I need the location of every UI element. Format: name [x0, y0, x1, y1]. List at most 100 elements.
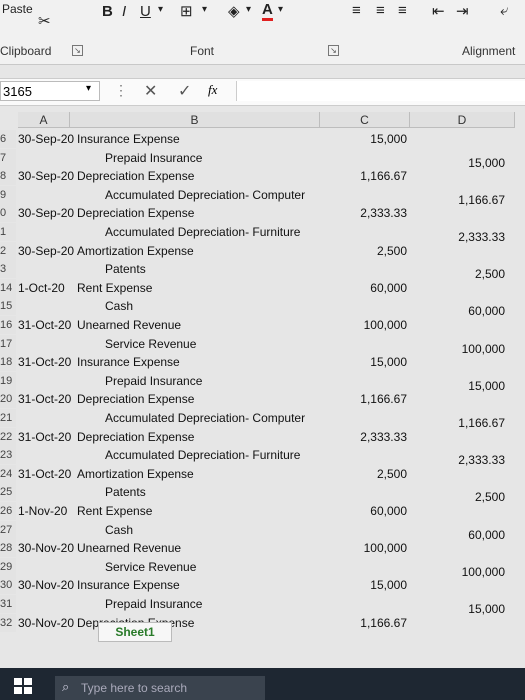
table-row[interactable]: 6 30-Sep-20 Insurance Expense 15,000	[0, 130, 525, 148]
underline-dropdown-icon[interactable]: ▾	[158, 4, 163, 15]
underline-button[interactable]: U	[140, 3, 151, 20]
confirm-icon[interactable]: ✓	[178, 81, 191, 101]
font-launcher-icon[interactable]: ↘	[328, 45, 339, 56]
cell-date: 30-Sep-20	[18, 169, 75, 184]
cell-date: 31-Oct-20	[18, 429, 72, 444]
clipboard-launcher-icon[interactable]: ↘	[72, 45, 83, 56]
table-row[interactable]: 3 Patents 2,500	[0, 260, 525, 281]
wrap-text-icon[interactable]: ⤶	[500, 2, 508, 19]
row-number: 24	[0, 464, 16, 483]
table-row[interactable]: 22 31-Oct-20 Depreciation Expense 2,333.33	[0, 427, 525, 446]
table-row[interactable]: 18 31-Oct-20 Insurance Expense 15,000	[0, 353, 525, 372]
row-number: 3	[0, 260, 16, 279]
bold-button[interactable]: B	[102, 3, 113, 20]
table-row[interactable]: 16 31-Oct-20 Unearned Revenue 100,000	[0, 316, 525, 334]
table-row[interactable]: 7 Prepaid Insurance 15,000	[0, 148, 525, 170]
cell-account: Accumulated Depreciation- Computer	[105, 411, 306, 425]
cell-date: 30-Sep-20	[18, 243, 75, 258]
row-number: 32	[0, 613, 16, 632]
cell-account: Accumulated Depreciation- Computer	[105, 187, 306, 202]
table-row[interactable]: 14 1-Oct-20 Rent Expense 60,000	[0, 278, 525, 297]
clipboard-group-label: Clipboard	[0, 44, 52, 58]
table-row[interactable]: 23 Accumulated Depreciation- Furniture 2,3…	[0, 446, 525, 467]
cell-debit: 15,000	[370, 132, 407, 146]
italic-button[interactable]: I	[122, 3, 126, 20]
align-bottom-icon[interactable]: ≡	[398, 2, 407, 19]
fill-color-icon[interactable]: ◈	[228, 2, 240, 20]
paste-button[interactable]: Paste	[2, 2, 33, 16]
table-row[interactable]: 26 1-Nov-20 Rent Expense 60,000	[0, 502, 525, 520]
cell-date: 30-Nov-20	[18, 615, 75, 630]
row-number: 20	[0, 390, 16, 409]
sheet-tab[interactable]: Sheet1	[98, 622, 172, 642]
cell-account: Unearned Revenue	[77, 318, 182, 332]
cell-account: Insurance Expense	[77, 355, 180, 370]
table-row[interactable]: 21 Accumulated Depreciation- Computer 1,16…	[0, 409, 525, 430]
name-box[interactable]: 3165	[0, 81, 100, 101]
indent-decrease-icon[interactable]: ⇤	[432, 2, 445, 20]
table-row[interactable]: 20 31-Oct-20 Depreciation Expense 1,166.67	[0, 390, 525, 409]
cell-account: Patents	[105, 262, 146, 277]
cell-debit: 60,000	[370, 504, 407, 518]
table-row[interactable]: 0 30-Sep-20 Depreciation Expense 2,333.33	[0, 204, 525, 223]
table-row[interactable]: 1 Accumulated Depreciation- Furniture 2,33…	[0, 223, 525, 244]
table-row[interactable]: 2 30-Sep-20 Amortization Expense 2,500	[0, 241, 525, 260]
formula-bar: 3165 ▾ ⋮ ✕ ✓ fx	[0, 78, 525, 106]
cell-debit: 100,000	[363, 541, 407, 556]
column-header-b[interactable]: B	[70, 112, 320, 128]
cell-account: Unearned Revenue	[77, 541, 182, 556]
row-number: 1	[0, 223, 16, 241]
table-row[interactable]: 29 Service Revenue 100,000	[0, 557, 525, 579]
indent-increase-icon[interactable]: ⇥	[456, 2, 469, 20]
row-number: 8	[0, 167, 16, 186]
row-number: 19	[0, 371, 16, 390]
row-number: 6	[0, 130, 16, 148]
cell-account: Prepaid Insurance	[105, 597, 203, 611]
windows-start-icon[interactable]	[14, 678, 32, 694]
borders-icon[interactable]: ⊞	[180, 2, 193, 20]
table-row[interactable]: 8 30-Sep-20 Depreciation Expense 1,166.67	[0, 167, 525, 186]
cell-account: Cash	[105, 522, 134, 537]
cell-account: Depreciation Expense	[77, 206, 195, 221]
cell-date: 30-Sep-20	[18, 132, 75, 146]
table-row[interactable]: 19 Prepaid Insurance 15,000	[0, 371, 525, 393]
row-number: 26	[0, 502, 16, 520]
fill-dropdown-icon[interactable]: ▾	[246, 4, 251, 15]
cell-date: 31-Oct-20	[18, 392, 72, 407]
format-painter-icon[interactable]: ✂	[38, 12, 51, 30]
cell-date: 30-Nov-20	[18, 541, 75, 556]
row-number: 9	[0, 185, 16, 204]
cell-account: Depreciation Expense	[77, 169, 195, 184]
table-row[interactable]: 27 Cash 60,000	[0, 520, 525, 542]
table-row[interactable]: 24 31-Oct-20 Amortization Expense 2,500	[0, 464, 525, 483]
column-header-c[interactable]: C	[320, 112, 410, 128]
font-color-dropdown-icon[interactable]: ▾	[278, 4, 283, 15]
insert-function-icon[interactable]: fx	[208, 82, 217, 98]
row-number: 15	[0, 297, 16, 316]
borders-dropdown-icon[interactable]: ▾	[202, 4, 207, 15]
table-row[interactable]: 30 30-Nov-20 Insurance Expense 15,000	[0, 576, 525, 595]
column-header-a[interactable]: A	[18, 112, 70, 128]
more-icon: ⋮	[114, 82, 128, 98]
align-middle-icon[interactable]: ≡	[376, 2, 385, 19]
column-header-d[interactable]: D	[410, 112, 515, 128]
cell-date: 1-Nov-20	[18, 504, 68, 518]
cancel-icon[interactable]: ✕	[144, 81, 157, 101]
formula-input[interactable]	[236, 81, 525, 101]
cell-account: Insurance Expense	[77, 132, 180, 146]
table-row[interactable]: 15 Cash 60,000	[0, 297, 525, 318]
table-row[interactable]: 9 Accumulated Depreciation- Computer 1,166…	[0, 185, 525, 207]
align-top-icon[interactable]: ≡	[352, 2, 361, 19]
cell-debit: 15,000	[370, 578, 407, 593]
table-row[interactable]: 25 Patents 2,500	[0, 483, 525, 504]
table-row[interactable]: 3230-Nov-20Depreciation Expense1,166.67	[0, 613, 525, 632]
font-color-icon[interactable]: A	[262, 1, 273, 21]
table-row[interactable]: 31 Prepaid Insurance 15,000	[0, 595, 525, 616]
cell-account: Service Revenue	[105, 336, 197, 351]
cell-date: 1-Oct-20	[18, 280, 65, 295]
table-row[interactable]: 28 30-Nov-20 Unearned Revenue 100,000	[0, 539, 525, 558]
name-box-dropdown-icon[interactable]: ▾	[86, 83, 91, 94]
table-row[interactable]: 17 Service Revenue 100,000	[0, 334, 525, 356]
cell-date: 31-Oct-20	[18, 318, 72, 332]
taskbar-search-box[interactable]: Type here to search	[55, 676, 265, 700]
